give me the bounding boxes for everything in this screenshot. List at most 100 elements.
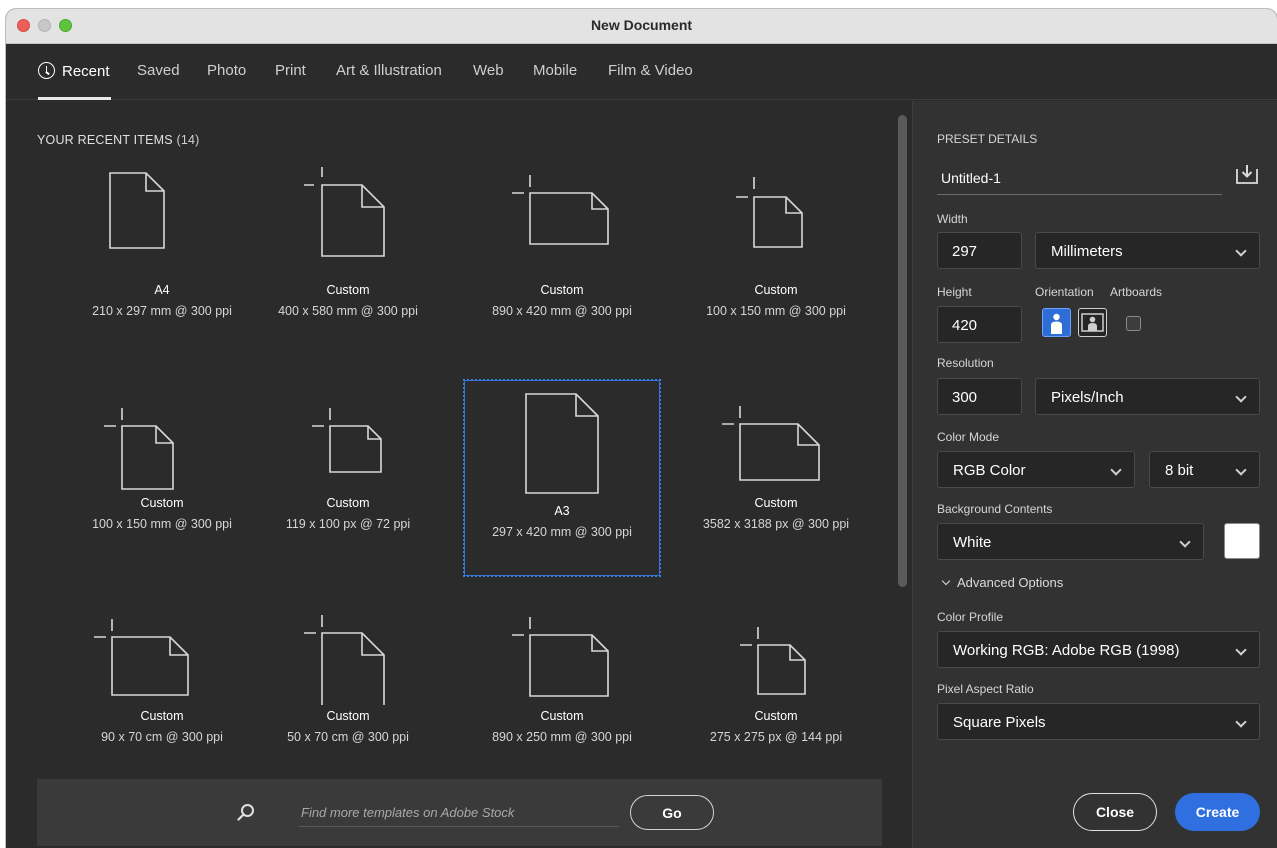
section-title: YOUR RECENT ITEMS (14) bbox=[37, 133, 200, 147]
item-name: A4 bbox=[154, 283, 170, 297]
item-name: Custom bbox=[754, 283, 798, 297]
chevron-down-icon bbox=[1235, 716, 1247, 728]
custom-document-icon bbox=[722, 406, 820, 481]
custom-document-icon bbox=[512, 617, 609, 697]
tab-print[interactable]: Print bbox=[275, 62, 306, 79]
document-name-field[interactable] bbox=[937, 161, 1222, 195]
resolution-label: Resolution bbox=[937, 356, 994, 370]
document-icon bbox=[109, 172, 165, 249]
item-name: Custom bbox=[754, 496, 798, 510]
item-dimensions: 100 x 150 mm @ 300 ppi bbox=[92, 517, 232, 531]
color-mode-select[interactable]: RGB Color bbox=[937, 451, 1135, 488]
background-contents-select[interactable]: White bbox=[937, 523, 1204, 560]
custom-document-icon bbox=[304, 167, 385, 257]
pixel-aspect-ratio-select[interactable]: Square Pixels bbox=[937, 703, 1260, 740]
recent-item[interactable]: Custom 275 x 275 px @ 144 ppi bbox=[678, 585, 874, 781]
artboards-checkbox[interactable] bbox=[1126, 316, 1141, 331]
tab-art-illustration[interactable]: Art & Illustration bbox=[336, 62, 442, 79]
custom-document-icon bbox=[304, 615, 385, 705]
create-button[interactable]: Create bbox=[1175, 793, 1260, 831]
orientation-label: Orientation bbox=[1035, 285, 1094, 299]
item-dimensions: 119 x 100 px @ 72 ppi bbox=[285, 517, 411, 531]
width-field[interactable]: 297 bbox=[937, 232, 1022, 269]
tab-label: Recent bbox=[62, 63, 110, 80]
recent-item[interactable]: Custom 119 x 100 px @ 72 ppi bbox=[250, 372, 446, 568]
tab-photo[interactable]: Photo bbox=[207, 62, 246, 79]
recent-item[interactable]: Custom 50 x 70 cm @ 300 ppi bbox=[250, 585, 446, 781]
recent-scrollbar[interactable] bbox=[898, 115, 907, 587]
custom-document-icon bbox=[312, 408, 382, 473]
background-color-swatch[interactable] bbox=[1224, 523, 1260, 559]
resolution-field[interactable]: 300 bbox=[937, 378, 1022, 415]
preset-details-header: PRESET DETAILS bbox=[937, 132, 1038, 146]
item-name: Custom bbox=[140, 496, 184, 510]
select-value: Working RGB: Adobe RGB (1998) bbox=[953, 642, 1180, 659]
custom-document-icon bbox=[104, 408, 174, 490]
recent-item[interactable]: Custom 100 x 150 mm @ 300 ppi bbox=[64, 372, 260, 568]
recent-item[interactable]: Custom 400 x 580 mm @ 300 ppi bbox=[250, 159, 446, 355]
item-dimensions: 890 x 250 mm @ 300 ppi bbox=[492, 730, 632, 744]
item-dimensions: 50 x 70 cm @ 300 ppi bbox=[287, 730, 409, 744]
item-name: Custom bbox=[326, 496, 370, 510]
chevron-down-icon bbox=[1235, 391, 1247, 403]
item-name: Custom bbox=[540, 709, 584, 723]
select-value: Square Pixels bbox=[953, 714, 1046, 731]
tab-web[interactable]: Web bbox=[473, 62, 504, 79]
width-label: Width bbox=[937, 212, 968, 226]
portrait-person-icon bbox=[1051, 313, 1062, 334]
item-name: Custom bbox=[754, 709, 798, 723]
color-profile-label: Color Profile bbox=[937, 610, 1004, 624]
landscape-orientation-button[interactable] bbox=[1078, 308, 1107, 337]
advanced-options-label: Advanced Options bbox=[957, 575, 1064, 590]
recent-item-selected[interactable]: A3 297 x 420 mm @ 300 ppi bbox=[463, 379, 661, 577]
save-preset-icon[interactable] bbox=[1235, 163, 1259, 185]
recent-item[interactable]: Custom 890 x 420 mm @ 300 ppi bbox=[464, 159, 660, 355]
item-dimensions: 400 x 580 mm @ 300 ppi bbox=[278, 304, 418, 318]
recent-item[interactable]: Custom 90 x 70 cm @ 300 ppi bbox=[64, 585, 260, 781]
item-name: A3 bbox=[554, 504, 570, 518]
item-dimensions: 890 x 420 mm @ 300 ppi bbox=[492, 304, 632, 318]
recent-item[interactable]: Custom 890 x 250 mm @ 300 ppi bbox=[464, 585, 660, 781]
custom-document-icon bbox=[512, 175, 609, 245]
recent-items-area: YOUR RECENT ITEMS (14) A4 210 x 297 mm @… bbox=[6, 101, 911, 848]
window-title: New Document bbox=[590, 17, 693, 33]
height-field[interactable]: 420 bbox=[937, 306, 1022, 343]
item-dimensions: 3582 x 3188 px @ 300 ppi bbox=[702, 517, 850, 531]
chevron-down-icon bbox=[941, 576, 951, 586]
tab-saved[interactable]: Saved bbox=[137, 62, 180, 79]
chevron-down-icon bbox=[1235, 464, 1247, 476]
advanced-options-toggle[interactable]: Advanced Options bbox=[941, 575, 1064, 590]
close-button[interactable]: Close bbox=[1073, 793, 1157, 831]
width-unit-select[interactable]: Millimeters bbox=[1035, 232, 1260, 269]
tab-film-video[interactable]: Film & Video bbox=[608, 62, 693, 79]
custom-document-icon bbox=[94, 619, 189, 696]
recent-item[interactable]: Custom 100 x 150 mm @ 300 ppi bbox=[678, 159, 874, 355]
item-dimensions: 100 x 150 mm @ 300 ppi bbox=[706, 304, 846, 318]
category-tabs: Recent Saved Photo Print Art & Illustrat… bbox=[6, 44, 1277, 100]
item-name: Custom bbox=[540, 283, 584, 297]
color-mode-label: Color Mode bbox=[937, 430, 1000, 444]
new-document-dialog: New Document Recent Saved Photo Print Ar… bbox=[6, 9, 1277, 848]
tab-recent[interactable]: Recent bbox=[38, 62, 110, 80]
landscape-person-icon bbox=[1081, 313, 1104, 332]
item-dimensions: 210 x 297 mm @ 300 ppi bbox=[92, 304, 232, 318]
select-value: RGB Color bbox=[953, 462, 1026, 479]
select-value: Pixels/Inch bbox=[1051, 389, 1124, 406]
bit-depth-select[interactable]: 8 bit bbox=[1149, 451, 1260, 488]
resolution-unit-select[interactable]: Pixels/Inch bbox=[1035, 378, 1260, 415]
chevron-down-icon bbox=[1235, 245, 1247, 257]
chevron-down-icon bbox=[1179, 536, 1191, 548]
recent-item[interactable]: A4 210 x 297 mm @ 300 ppi bbox=[64, 159, 260, 355]
clock-icon bbox=[38, 62, 55, 79]
document-icon bbox=[525, 393, 599, 494]
recent-item[interactable]: Custom 3582 x 3188 px @ 300 ppi bbox=[678, 372, 874, 568]
item-dimensions: 297 x 420 mm @ 300 ppi bbox=[492, 525, 632, 539]
tab-mobile[interactable]: Mobile bbox=[533, 62, 577, 79]
color-profile-select[interactable]: Working RGB: Adobe RGB (1998) bbox=[937, 631, 1260, 668]
portrait-orientation-button[interactable] bbox=[1042, 308, 1071, 337]
stock-search-input[interactable] bbox=[299, 799, 619, 827]
go-button[interactable]: Go bbox=[630, 795, 714, 830]
artboards-label: Artboards bbox=[1110, 285, 1163, 299]
stock-search-bar: Go bbox=[37, 779, 882, 846]
item-name: Custom bbox=[326, 709, 370, 723]
